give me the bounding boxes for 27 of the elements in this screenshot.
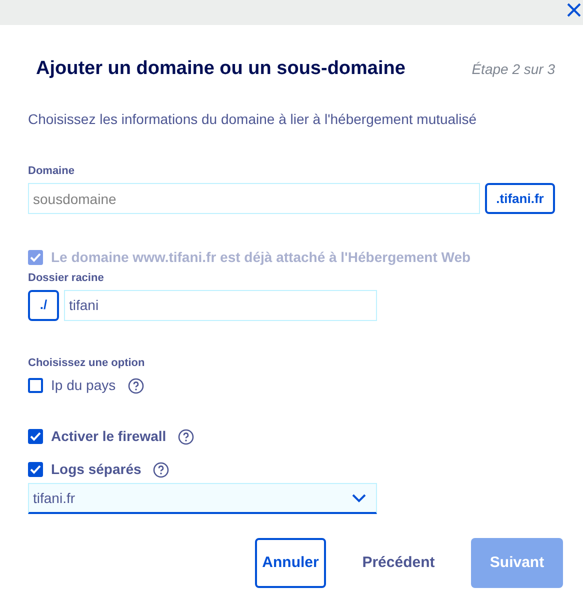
checkbox-label: Activer le firewall [51, 427, 166, 446]
previous-button[interactable]: Précédent [326, 538, 471, 588]
folder-prefix-button[interactable]: ./ [28, 290, 59, 320]
close-icon [566, 2, 582, 18]
subtitle: Choisissez les informations du domaine à lier à l'hébergement mutualisé [28, 110, 478, 129]
checkbox-label: Logs séparés [51, 460, 142, 479]
field-label: Domaine [28, 164, 76, 178]
root-folder-input-field[interactable]: tifani [64, 290, 377, 320]
help-icon[interactable] [178, 428, 194, 444]
domain-input-field[interactable]: sousdomaine [28, 183, 480, 214]
dialog-title: Ajouter un domaine ou un sous-domaine [36, 57, 406, 81]
field-label: Choisissez une option [28, 356, 146, 370]
help-icon[interactable] [128, 378, 144, 394]
checkbox[interactable] [28, 378, 43, 393]
checkbox[interactable] [28, 462, 43, 477]
select-value: tifani.fr [33, 488, 76, 508]
step-indicator: Étape 2 sur 3 [472, 60, 555, 79]
help-icon[interactable] [153, 462, 170, 478]
checkbox-label: Le domaine www.tifani.fr est déjà attaché à l'Hébergement Web [51, 248, 471, 267]
close-button[interactable] [566, 2, 582, 18]
chevron-down-icon [352, 494, 366, 502]
field-label: Dossier racine [28, 271, 105, 286]
domain-suffix-button[interactable]: .tifani.fr [485, 183, 555, 214]
cancel-button[interactable]: Annuler [255, 538, 326, 588]
logs-select[interactable]: tifani.fr [28, 483, 377, 514]
checkbox[interactable] [28, 429, 43, 444]
checkbox-label: Ip du pays [51, 376, 116, 395]
